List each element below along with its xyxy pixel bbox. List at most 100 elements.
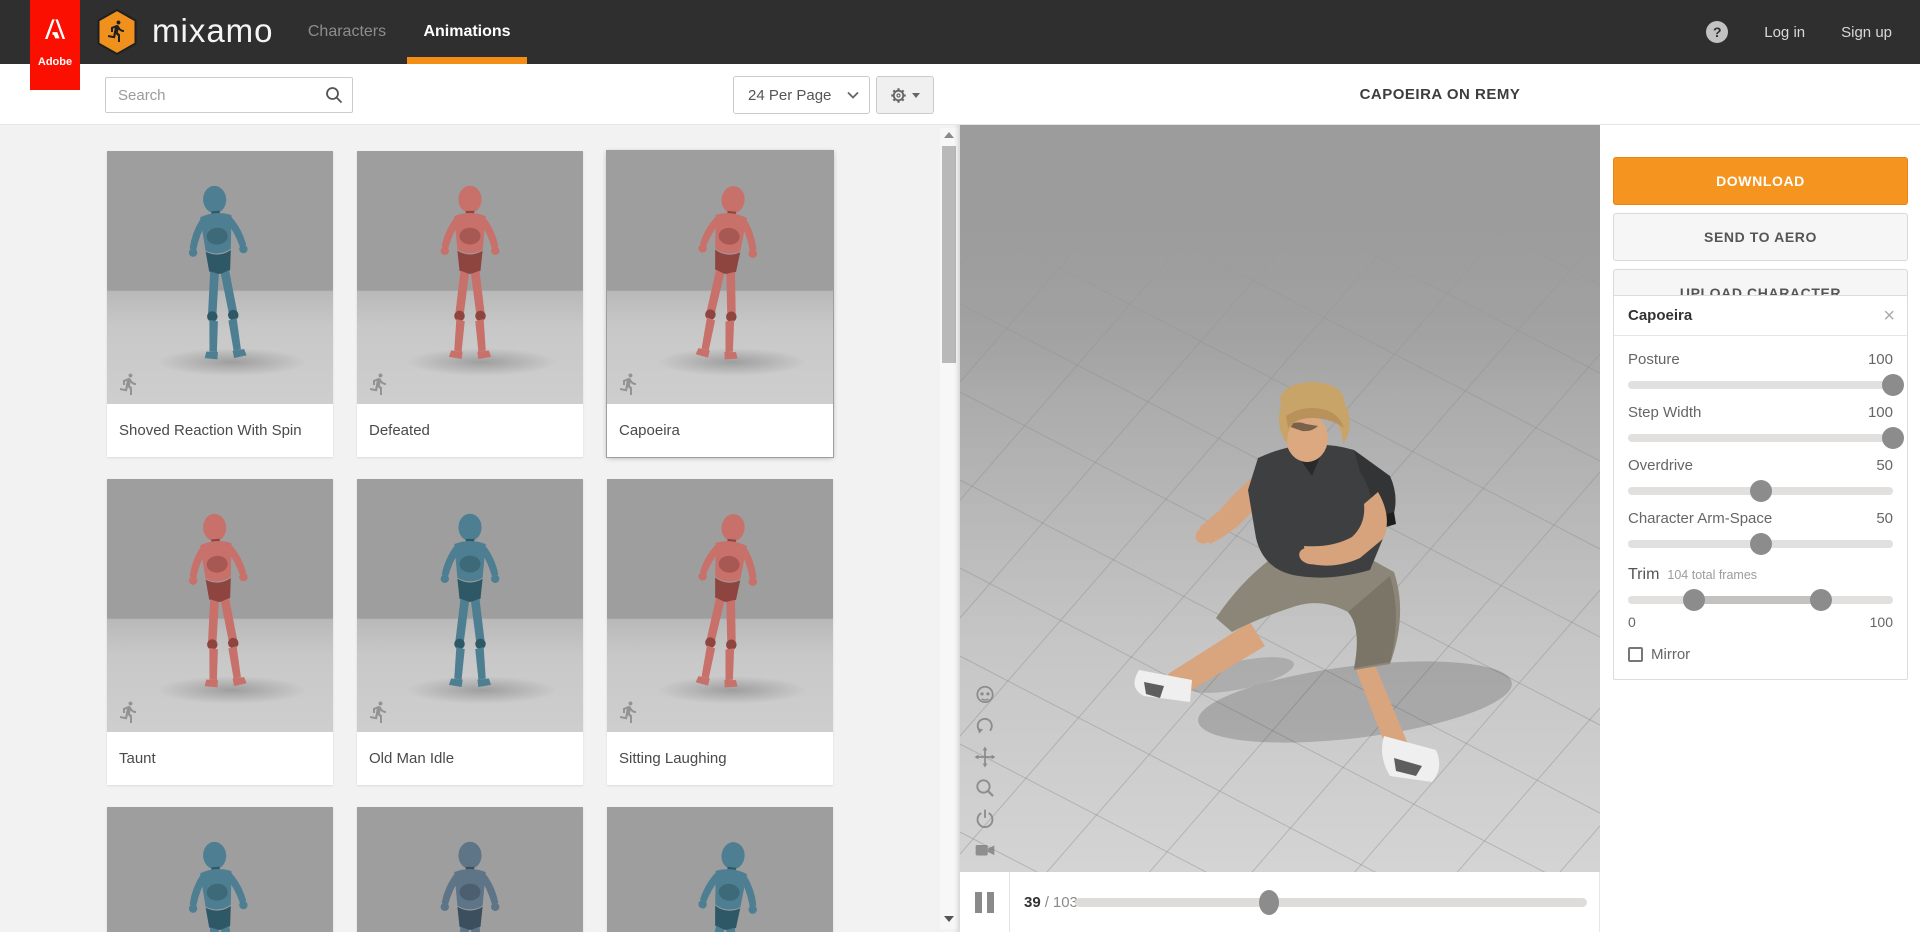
trim-start-thumb[interactable]: [1683, 589, 1706, 611]
adobe-logo[interactable]: Adobe: [30, 0, 80, 90]
mixamo-app: mixamo Characters Animations ? Log in Si…: [0, 0, 1920, 932]
animation-card-label: Sitting Laughing: [607, 732, 833, 785]
scroll-up-button[interactable]: [940, 128, 958, 142]
animation-card[interactable]: Capoeira: [606, 150, 834, 458]
animation-settings-panel: Capoeira × Posture 100 Step Width 100 Ov…: [1613, 295, 1908, 680]
mannequin-figure: [687, 183, 764, 362]
pause-icon: [987, 891, 994, 913]
animation-card-label: Taunt: [107, 732, 333, 785]
settings-gear-button[interactable]: [876, 76, 934, 114]
search-input[interactable]: [105, 77, 353, 113]
animation-card-label: Old Man Idle: [357, 732, 583, 785]
adobe-label: Adobe: [37, 56, 73, 68]
navbar-right: ? Log in Sign up: [1706, 0, 1892, 64]
timeline-track[interactable]: [1075, 898, 1587, 907]
preview-title: CAPOEIRA ON REMY: [1359, 85, 1521, 103]
signup-link[interactable]: Sign up: [1841, 24, 1892, 41]
animation-card[interactable]: [107, 807, 333, 932]
pan-icon[interactable]: [974, 746, 996, 768]
camera-icon[interactable]: [974, 839, 996, 861]
tab-animations[interactable]: Animations: [417, 0, 517, 64]
mixamo-logo[interactable]: mixamo: [96, 9, 274, 55]
header-strip: 24 Per Page CAPOEIRA ON REMY: [0, 64, 1920, 125]
slider-value: 50: [1876, 510, 1893, 527]
animation-thumbnail: [607, 807, 833, 932]
mannequin-figure: [687, 839, 764, 932]
mirror-checkbox[interactable]: [1628, 647, 1643, 662]
slider-track[interactable]: [1628, 374, 1904, 396]
per-page-value: 24 Per Page: [748, 86, 832, 104]
right-sidebar: DOWNLOAD SEND TO AERO UPLOAD CHARACTER C…: [1600, 64, 1920, 932]
animation-grid: Shoved Reaction With Spin Defeated Capoe…: [107, 150, 834, 932]
frame-counter: 39 / 103: [1024, 872, 1078, 932]
animation-thumbnail: [357, 807, 583, 932]
trim-track[interactable]: [1628, 589, 1893, 611]
timeline-thumb[interactable]: [1259, 890, 1280, 915]
tab-characters[interactable]: Characters: [299, 0, 395, 64]
slider-value: 50: [1876, 457, 1893, 474]
animation-thumbnail: [107, 151, 333, 404]
character-face-icon[interactable]: [974, 684, 996, 706]
running-man-icon: [369, 701, 386, 723]
animation-thumbnail: [107, 479, 333, 732]
scrollbar-thumb[interactable]: [942, 146, 956, 363]
slider-thumb[interactable]: [1749, 533, 1772, 555]
mannequin-figure: [184, 511, 256, 689]
animations-panel: Shoved Reaction With Spin Defeated Capoe…: [0, 125, 960, 932]
current-frame: 39: [1024, 893, 1041, 911]
mannequin-figure: [440, 185, 500, 359]
slider-track[interactable]: [1628, 533, 1893, 555]
slider-track[interactable]: [1628, 480, 1893, 502]
mannequin-figure: [440, 841, 500, 932]
timeline-slider[interactable]: [1075, 872, 1587, 932]
trim-end-thumb[interactable]: [1810, 589, 1833, 611]
animation-thumbnail: [357, 151, 583, 404]
trim-selected-range: [1694, 596, 1822, 604]
zoom-icon[interactable]: [974, 777, 996, 799]
frame-separator: /: [1044, 893, 1049, 911]
download-button[interactable]: DOWNLOAD: [1613, 157, 1908, 205]
animation-card-label: Shoved Reaction With Spin: [107, 404, 333, 457]
animation-card[interactable]: Sitting Laughing: [607, 479, 833, 785]
animation-thumbnail: [607, 151, 833, 404]
slider-track[interactable]: [1628, 427, 1904, 449]
trim-control: Trim 104 total frames 0 100: [1614, 566, 1907, 630]
slider-thumb[interactable]: [1882, 374, 1904, 396]
search-icon[interactable]: [324, 85, 344, 105]
viewport-3d[interactable]: [960, 124, 1600, 872]
animation-thumbnail: [107, 807, 333, 932]
animation-card[interactable]: Defeated: [357, 151, 583, 457]
scroll-down-button[interactable]: [940, 912, 958, 926]
trim-min-label: 0: [1628, 614, 1636, 630]
slider-label: Character Arm-Space: [1628, 510, 1773, 527]
rotate-icon[interactable]: [974, 715, 996, 737]
help-icon[interactable]: ?: [1706, 21, 1729, 43]
character-remy[interactable]: [1060, 330, 1540, 810]
animation-card[interactable]: [607, 807, 833, 932]
animation-thumbnail: [357, 479, 583, 732]
slider-label: Posture: [1628, 351, 1680, 368]
animation-card[interactable]: Shoved Reaction With Spin: [107, 151, 333, 457]
slider-label: Step Width: [1628, 404, 1702, 421]
animation-card[interactable]: Old Man Idle: [357, 479, 583, 785]
reset-icon[interactable]: [974, 808, 996, 830]
trim-total-frames: 104 total frames: [1667, 568, 1758, 582]
pause-button[interactable]: [960, 872, 1010, 932]
animation-card[interactable]: Taunt: [107, 479, 333, 785]
slider-thumb[interactable]: [1882, 427, 1904, 449]
animation-card[interactable]: [357, 807, 583, 932]
per-page-select[interactable]: 24 Per Page: [733, 76, 870, 114]
slider-thumb[interactable]: [1749, 480, 1772, 502]
running-man-icon: [619, 701, 636, 723]
search-box: [105, 77, 353, 113]
close-icon[interactable]: ×: [1883, 306, 1895, 326]
settings-title: Capoeira: [1628, 307, 1693, 324]
triangle-up-icon: [944, 132, 954, 138]
setting-slider-row: Character Arm-Space 50: [1614, 510, 1907, 555]
mixamo-wordmark: mixamo: [152, 12, 274, 49]
pause-icon: [975, 891, 982, 913]
login-link[interactable]: Log in: [1764, 24, 1805, 41]
send-to-aero-button[interactable]: SEND TO AERO: [1613, 213, 1908, 261]
chevron-down-icon: [847, 91, 859, 99]
gear-icon: [891, 87, 906, 103]
